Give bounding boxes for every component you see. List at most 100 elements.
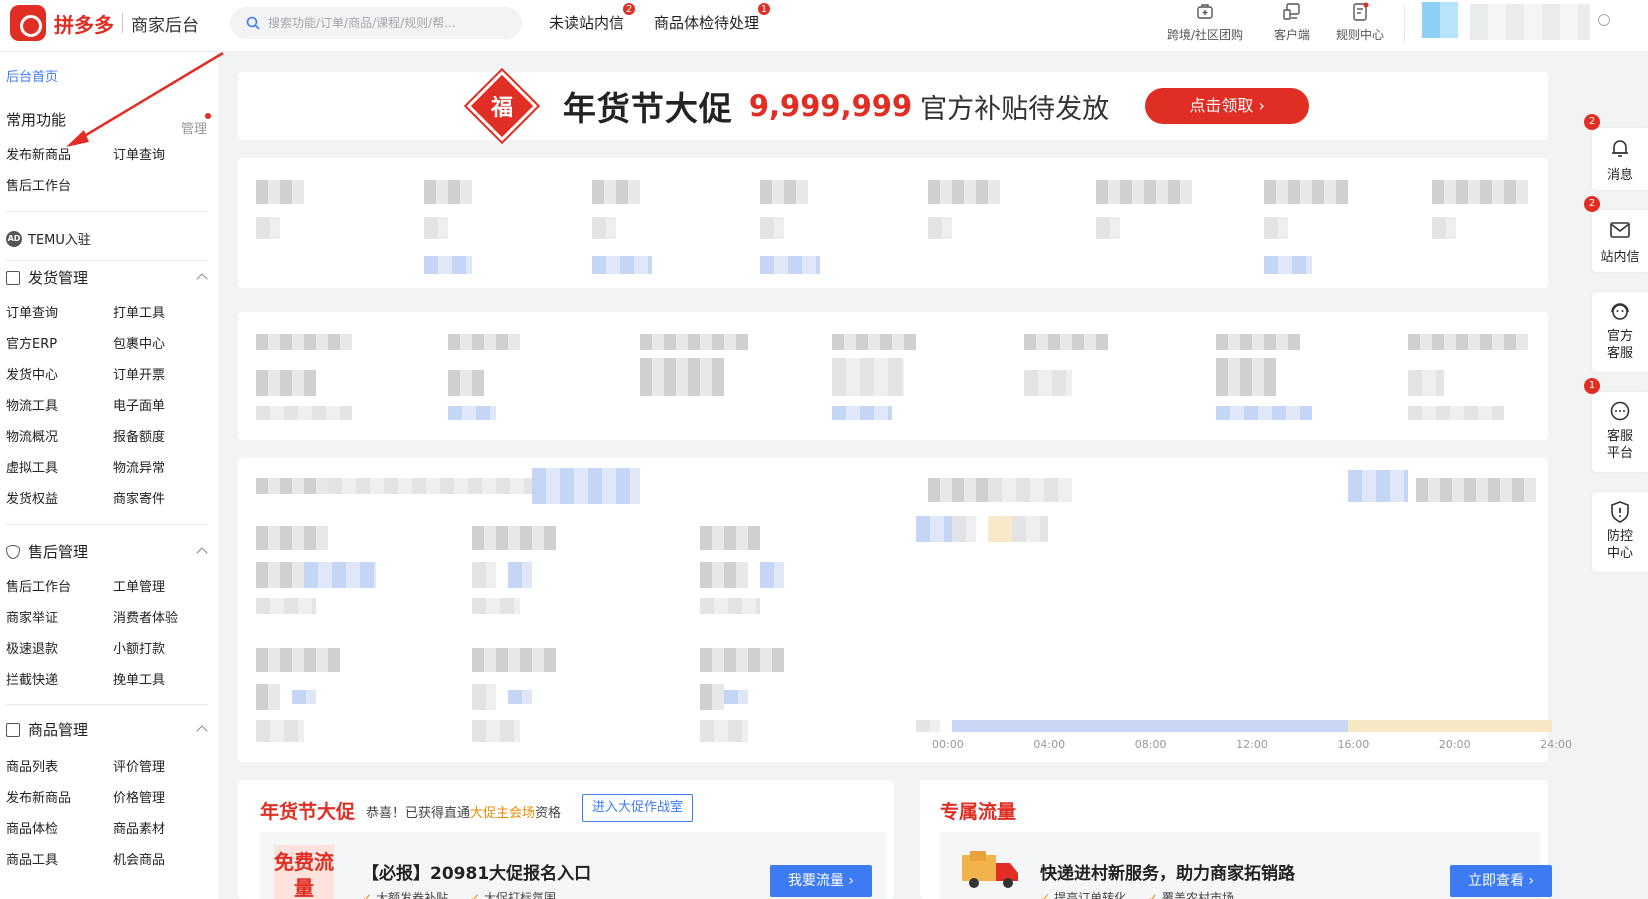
sidebar-item-product-check[interactable]: 商品体检 (6, 818, 58, 837)
redacted-chart-toggle[interactable] (1348, 470, 1408, 502)
sidebar-item-report-quota[interactable]: 报备额度 (113, 426, 165, 445)
section-aftersale[interactable]: 售后管理 (6, 541, 208, 562)
delivery-truck-icon (962, 851, 1018, 888)
sidebar-item-fast-refund[interactable]: 极速退款 (6, 638, 58, 657)
view-now-button[interactable]: 立即查看 › (1450, 865, 1552, 897)
redacted-chart-toggle[interactable] (1416, 478, 1536, 502)
get-traffic-button[interactable]: 我要流量 › (770, 865, 872, 897)
sidebar-item-product-tools[interactable]: 商品工具 (6, 849, 58, 868)
redacted-tab[interactable] (532, 468, 640, 504)
logo[interactable]: 拼多多 商家后台 (10, 5, 199, 41)
rail-messages-label: 消息 (1606, 168, 1633, 183)
rail-inbox[interactable]: 2 站内信 (1584, 196, 1648, 272)
redacted-metric (1216, 358, 1276, 396)
enter-war-room-button[interactable]: 进入大促作战室 (582, 794, 694, 822)
sidebar-item-aftersale-workbench[interactable]: 售后工作台 (6, 576, 71, 595)
sidebar-item-opportunity-product[interactable]: 机会商品 (113, 849, 165, 868)
chat-bubble-icon (1610, 401, 1630, 421)
sidebar-item-product-assets[interactable]: 商品素材 (113, 818, 165, 837)
redacted-metric (508, 562, 532, 588)
sidebar-item-order-query[interactable]: 订单查询 (6, 302, 58, 321)
sidebar-item-consumer-experience[interactable]: 消费者体验 (113, 607, 178, 626)
sidebar-item-intercept-express[interactable]: 拦截快递 (6, 669, 58, 688)
sidebar-item-publish-product[interactable]: 发布新商品 (6, 787, 71, 806)
account-switch-icon[interactable] (1598, 14, 1610, 26)
sidebar-item-shipping-center[interactable]: 发货中心 (6, 364, 58, 383)
toolbar-divider (1404, 6, 1405, 42)
redacted-metric (448, 370, 484, 396)
redacted-metric (472, 720, 520, 742)
chevron-up-icon (196, 273, 208, 285)
sidebar-item-logistics-exception[interactable]: 物流异常 (113, 457, 165, 476)
chart-series-bar-blue (952, 720, 1348, 732)
rail-official-service[interactable]: 官方客服 (1592, 292, 1648, 372)
redacted-metric (724, 690, 748, 704)
redacted-metric (1264, 256, 1312, 274)
section-product[interactable]: 商品管理 (6, 719, 208, 740)
sidebar-item-logistics-overview[interactable]: 物流概况 (6, 426, 58, 445)
rail-service-platform[interactable]: 1 客服平台 (1584, 378, 1648, 472)
rail-risk-center[interactable]: 防控中心 (1592, 492, 1648, 572)
nav-unread-messages-label: 未读站内信 (549, 14, 625, 32)
sidebar-item-review-manage[interactable]: 评价管理 (113, 756, 165, 775)
tool-rules-center[interactable]: 规则中心 (1336, 2, 1384, 43)
redacted-metric (256, 526, 328, 550)
shield-check-icon (6, 544, 20, 559)
sidebar-divider (6, 260, 208, 261)
global-search[interactable] (230, 7, 522, 39)
redacted-metric (256, 598, 316, 614)
tool-community[interactable]: 跨境/社区团购 (1167, 2, 1243, 43)
account-info-redacted[interactable] (1470, 4, 1590, 40)
promo-card-title: 年货节大促 (260, 801, 356, 823)
redacted-metric (1096, 217, 1120, 239)
chart-series-bar-beige (1348, 720, 1552, 732)
sidebar-item-official-erp[interactable]: 官方ERP (6, 333, 57, 352)
sidebar-item-merchant-evidence[interactable]: 商家举证 (6, 607, 58, 626)
logo-divider (122, 13, 123, 33)
redacted-metric (508, 690, 532, 704)
rail-messages[interactable]: 2 消息 (1584, 114, 1648, 190)
sidebar-item-virtual-tool[interactable]: 虚拟工具 (6, 457, 58, 476)
sidebar-item-retention-tool[interactable]: 挽单工具 (113, 669, 165, 688)
section-shipping[interactable]: 发货管理 (6, 267, 208, 288)
redacted-metric (592, 256, 652, 274)
redacted-metric (256, 334, 352, 350)
sidebar-divider (6, 524, 208, 525)
sidebar-item-waybill[interactable]: 电子面单 (113, 395, 165, 414)
unread-messages-badge: 2 (622, 2, 637, 16)
temu-entry[interactable]: AD TEMU入驻 (6, 229, 91, 248)
redacted-metric (832, 406, 892, 420)
redacted-metric (1432, 217, 1456, 239)
sidebar-item-price-manage[interactable]: 价格管理 (113, 787, 165, 806)
nav-product-check[interactable]: 商品体检待处理 1 (654, 2, 772, 33)
redacted-metric (1408, 334, 1528, 350)
sidebar-item-shipping-benefits[interactable]: 发货权益 (6, 488, 58, 507)
sidebar-item-print-tool[interactable]: 打单工具 (113, 302, 165, 321)
redacted-legend (988, 516, 1012, 542)
sidebar-item-logistics-tool[interactable]: 物流工具 (6, 395, 58, 414)
promo-checks: ✓ 大额发券补贴 ✓ 大促打标氛围 (362, 889, 556, 899)
promo-banner[interactable]: 福 年货节大促 9,999,999 官方补贴待发放 点击领取 › (238, 67, 1548, 145)
sidebar-item-product-list[interactable]: 商品列表 (6, 756, 58, 775)
redacted-metric (304, 562, 376, 588)
ad-badge: AD (6, 230, 22, 247)
claim-button[interactable]: 点击领取 › (1145, 88, 1310, 124)
sidebar-item-invoice[interactable]: 订单开票 (113, 364, 165, 383)
avatar[interactable] (1422, 2, 1458, 38)
rail-inbox-label: 站内信 (1600, 250, 1640, 265)
common-aftersale-workbench[interactable]: 售后工作台 (6, 175, 71, 194)
redacted-metric (256, 180, 304, 204)
tool-client[interactable]: 客户端 (1274, 2, 1310, 43)
search-input[interactable] (268, 16, 498, 30)
sidebar-item-merchant-send[interactable]: 商家寄件 (113, 488, 165, 507)
traffic-check-1: 提高订单转化 (1054, 891, 1127, 899)
check-icon: ✓ (362, 891, 373, 899)
promo-note-suffix: 资格 (535, 806, 562, 821)
nav-unread-messages[interactable]: 未读站内信 2 (549, 2, 637, 33)
redacted-metric (292, 690, 316, 704)
sidebar-item-small-payment[interactable]: 小额打款 (113, 638, 165, 657)
sidebar-item-package-center[interactable]: 包裹中心 (113, 333, 165, 352)
redacted-metric (640, 358, 724, 396)
sidebar-item-ticket-manage[interactable]: 工单管理 (113, 576, 165, 595)
sidebar-home-link[interactable]: 后台首页 (6, 66, 58, 85)
